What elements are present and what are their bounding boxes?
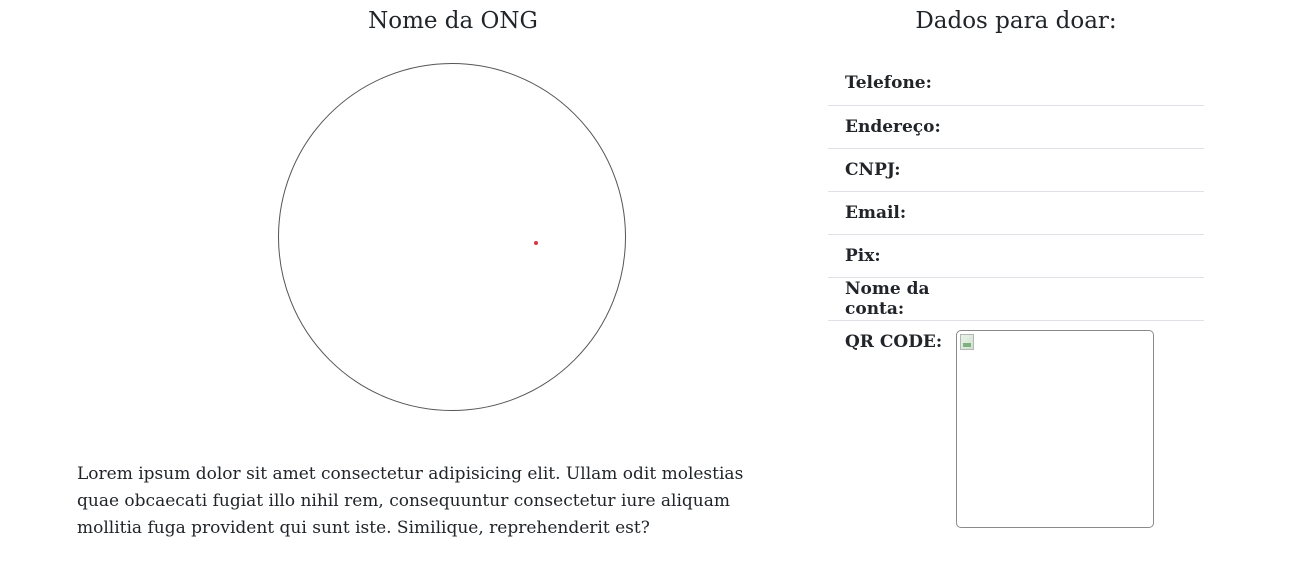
table-row-email: Email:: [828, 191, 1204, 235]
telefone-value: [956, 62, 1204, 106]
table-row-cnpj: CNPJ:: [828, 148, 1204, 192]
ong-description: Lorem ipsum dolor sit amet consectetur a…: [77, 464, 744, 538]
table-row-nome-conta: Nome da conta:: [828, 277, 1204, 321]
donation-info-table: Telefone: Endereço: CNPJ: Email: Pix: No…: [828, 62, 1204, 528]
email-label: Email:: [828, 191, 956, 235]
email-value: [956, 191, 1204, 235]
nome-conta-label: Nome da conta:: [828, 277, 956, 321]
table-row-qr-code: QR CODE:: [828, 320, 1204, 528]
broken-image-icon: [960, 333, 974, 350]
table-row-endereco: Endereço:: [828, 105, 1204, 149]
telefone-label: Telefone:: [828, 62, 956, 106]
cnpj-value: [956, 148, 1204, 192]
table-row-pix: Pix:: [828, 234, 1204, 278]
qr-code-label: QR CODE:: [845, 331, 943, 352]
cursor-dot: [534, 241, 538, 245]
pix-label: Pix:: [828, 234, 956, 278]
pix-value: [956, 234, 1204, 278]
endereco-label: Endereço:: [828, 105, 956, 149]
ong-logo-circle: [278, 63, 626, 411]
endereco-value: [956, 105, 1204, 149]
table-row-telefone: Telefone:: [828, 62, 1204, 106]
qr-code-image: [956, 329, 1154, 528]
cnpj-label: CNPJ:: [828, 148, 956, 192]
ong-name-title: Nome da ONG: [368, 8, 538, 34]
donate-title: Dados para doar:: [915, 8, 1117, 34]
qr-code-cell: [956, 320, 1204, 528]
nome-conta-value: [956, 277, 1204, 321]
